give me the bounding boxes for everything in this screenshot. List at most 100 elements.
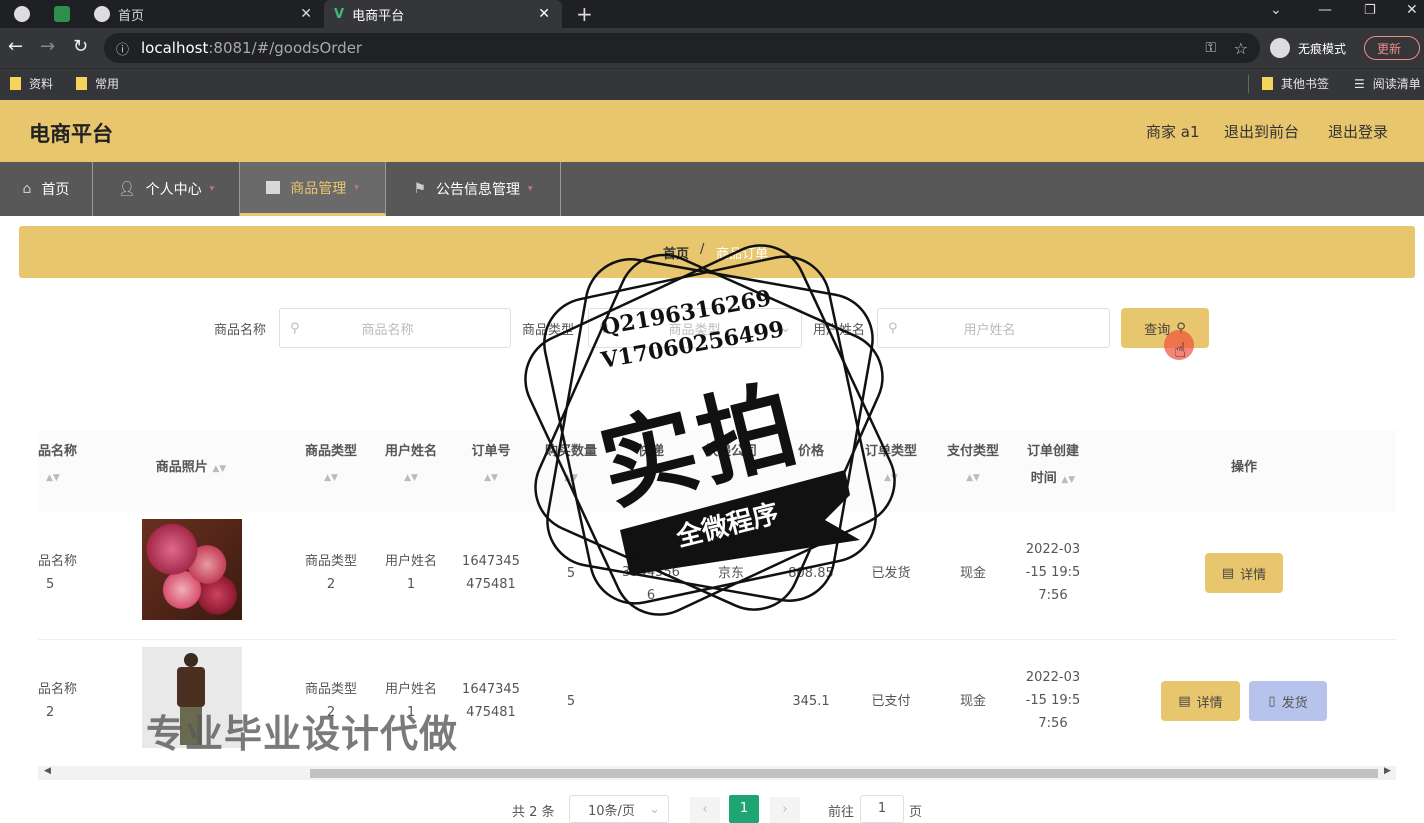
cell-text: 品名称 <box>38 682 78 697</box>
reading-list[interactable]: ☰ 阅读清单 <box>1354 75 1421 92</box>
detail-label: 详情 <box>1196 695 1223 711</box>
star-icon[interactable]: ☆ <box>1234 39 1248 58</box>
cell-created: 2022-03 -15 19:5 7:56 <box>1016 666 1090 735</box>
cell-text: 2022-03 <box>1025 542 1081 557</box>
minimize-icon[interactable]: — <box>1318 2 1332 18</box>
goods-name-input[interactable]: ⚲ 商品名称 <box>279 308 511 348</box>
bookmark-other[interactable]: 其他书签 <box>1262 75 1329 92</box>
horizontal-scrollbar[interactable]: ◀ ▶ <box>38 766 1396 780</box>
cell-created: 2022-03 -15 19:5 7:56 <box>1016 538 1090 607</box>
cell-text: 2 <box>46 705 55 720</box>
close-icon[interactable]: ✕ <box>300 6 312 22</box>
col-name-header[interactable]: 品名称 ▲▼ <box>38 438 82 492</box>
cell-pay: 现金 <box>959 694 986 709</box>
url-field[interactable]: ⓘ localhost :8081/#/goodsOrder ⚿ ☆ <box>104 33 1260 63</box>
chevron-down-icon: ▾ <box>354 182 359 193</box>
tab-home[interactable]: 首页 ✕ <box>84 0 324 28</box>
sort-icon[interactable]: ▲▼ <box>38 465 82 492</box>
ship-button[interactable]: ▯ 发货 <box>1249 681 1327 721</box>
folder-icon <box>1262 77 1273 90</box>
col-type-header[interactable]: 商品类型 ▲▼ <box>296 438 366 492</box>
scrollbar-thumb[interactable] <box>310 769 1378 778</box>
folder-icon <box>76 77 87 90</box>
sort-icon[interactable]: ▲▼ <box>212 464 226 474</box>
reading-list-icon: ☰ <box>1354 76 1365 91</box>
bookmark-folder[interactable]: 常用 <box>76 75 119 92</box>
nav-item-goods[interactable]: 商品管理 ▾ <box>240 162 386 216</box>
back-icon[interactable]: ← <box>8 36 23 57</box>
col-photo-header[interactable]: 商品照片 ▲▼ <box>136 454 246 483</box>
detail-button[interactable]: ▤ 详情 <box>1205 553 1283 593</box>
nav-item-notice[interactable]: ⚑ 公告信息管理 ▾ <box>386 162 561 216</box>
user-name-input[interactable]: ⚲ 用户姓名 <box>877 308 1110 348</box>
cell-type: 商品类型 2 <box>296 550 366 596</box>
bookmark-folder[interactable]: 资料 <box>10 75 53 92</box>
scroll-left-icon[interactable]: ◀ <box>44 766 51 776</box>
tab-shop[interactable]: V 电商平台 ✕ <box>324 0 562 28</box>
browser-tab-bar: 首页 ✕ V 电商平台 ✕ + ⌄ — ❐ ✕ <box>0 0 1424 28</box>
cell-price: 345.1 <box>792 694 830 709</box>
address-bar-row: ← → ↻ ⓘ localhost :8081/#/goodsOrder ⚿ ☆… <box>0 28 1424 68</box>
sort-icon[interactable]: ▲▼ <box>296 465 366 492</box>
info-icon: ⓘ <box>116 42 130 58</box>
maximize-icon[interactable]: ❐ <box>1364 3 1376 18</box>
new-tab-icon[interactable]: + <box>576 2 593 26</box>
nav-label: 个人中心 <box>145 182 202 198</box>
col-label: 用户姓名 <box>384 444 437 459</box>
detail-button[interactable]: ▤ 详情 <box>1161 681 1240 721</box>
incognito-label: 无痕模式 <box>1298 41 1347 56</box>
watermark-stamp: ★ ★ Q2196316269 V17060256499 实拍 全微程序 <box>510 230 910 630</box>
update-button[interactable]: 更新 <box>1364 36 1420 60</box>
col-label: 商品类型 <box>304 444 357 459</box>
window-close-icon[interactable]: ✕ <box>1406 2 1418 18</box>
chevron-down-icon[interactable]: ⌄ <box>1270 2 1282 18</box>
user-name-placeholder: 用户姓名 <box>963 322 1016 338</box>
chevron-down-icon: ▾ <box>209 184 215 194</box>
col-pay-header[interactable]: 支付类型 ▲▼ <box>936 438 1010 492</box>
scroll-right-icon[interactable]: ▶ <box>1384 766 1391 776</box>
globe-icon <box>94 6 110 22</box>
prev-page-icon[interactable]: ‹ <box>690 797 720 823</box>
forward-icon[interactable]: → <box>40 36 55 57</box>
page-size-value: 10条/页 <box>588 803 635 819</box>
nav-label: 商品管理 <box>290 180 347 197</box>
cell-user: 用户姓名 1 <box>376 550 446 596</box>
browser-globe-icon[interactable] <box>14 6 30 22</box>
url-path: :8081/#/goodsOrder <box>208 39 363 57</box>
page-1-button[interactable]: 1 <box>729 795 759 823</box>
cell-text: 5 <box>46 577 55 592</box>
reload-icon[interactable]: ↻ <box>73 36 88 57</box>
nav-item-home[interactable]: ⌂ 首页 <box>0 162 93 216</box>
cell-text: 用户姓名 <box>384 682 437 697</box>
sort-icon[interactable]: ▲▼ <box>1061 475 1075 485</box>
bookmark-label: 其他书签 <box>1281 77 1330 91</box>
nav-item-profile[interactable]: 👤︎ 个人中心 ▾ <box>93 162 240 216</box>
app-tab-icon[interactable] <box>54 6 70 22</box>
sort-icon[interactable]: ▲▼ <box>936 465 1010 492</box>
bookmarks-bar: 资料 常用 其他书签 ☰ 阅读清单 <box>0 68 1424 100</box>
col-user-header[interactable]: 用户姓名 ▲▼ <box>376 438 446 492</box>
update-label: 更新 <box>1377 41 1402 56</box>
cell-text: 1 <box>406 577 416 592</box>
next-page-icon[interactable]: › <box>770 797 800 823</box>
page-size-select[interactable]: 10条/页 ⌄ <box>569 795 669 823</box>
back-to-front-link[interactable]: 退出到前台 <box>1224 121 1299 142</box>
close-icon[interactable]: ✕ <box>538 6 550 22</box>
incognito-badge[interactable]: 无痕模式 <box>1270 37 1346 59</box>
cell-pay: 现金 <box>959 566 986 581</box>
tab-shop-label: 电商平台 <box>352 8 405 24</box>
photo-figure <box>177 667 205 707</box>
book-icon: ▯ <box>1268 693 1276 709</box>
goto-page-input[interactable]: 1 <box>860 795 904 823</box>
key-icon[interactable]: ⚿ <box>1205 40 1216 56</box>
document-icon: ▤ <box>1178 693 1191 709</box>
url-host: localhost <box>141 39 209 57</box>
user-icon: 👤︎ <box>117 181 136 197</box>
sort-icon[interactable]: ▲▼ <box>376 465 446 492</box>
logout-link[interactable]: 退出登录 <box>1328 121 1388 142</box>
cell-text: 商品类型 <box>304 554 357 569</box>
col-created-header[interactable]: 订单创建 时间 ▲▼ <box>1016 438 1090 494</box>
app-header: 电商平台 商家 a1 退出到前台 退出登录 <box>0 100 1424 162</box>
chevron-down-icon: ▾ <box>528 184 533 194</box>
tab-home-label: 首页 <box>118 8 145 24</box>
